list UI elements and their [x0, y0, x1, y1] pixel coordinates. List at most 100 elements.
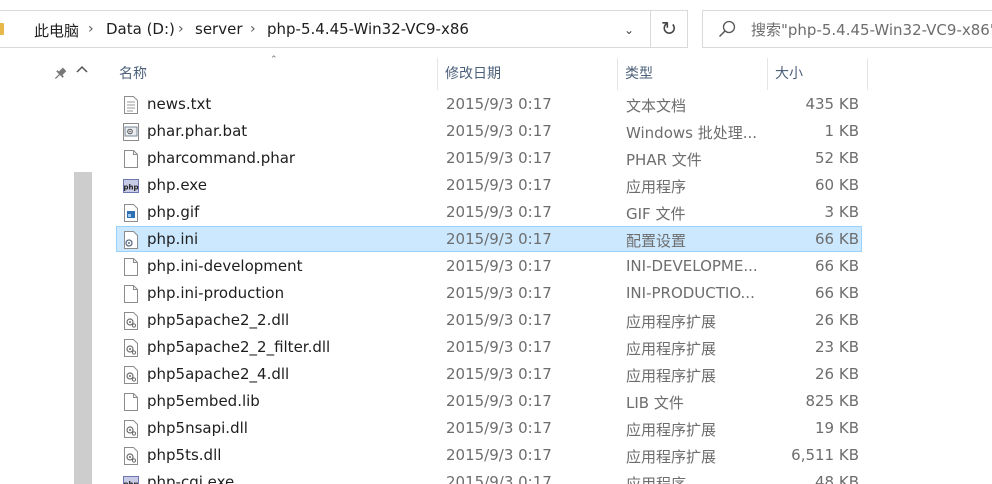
scroll-up-arrow-icon[interactable]	[74, 62, 90, 76]
file-modified-date: 2015/9/3 0:17	[446, 419, 552, 437]
search-icon	[718, 20, 736, 38]
chevron-right-icon[interactable]: ›	[178, 21, 184, 37]
file-type: 应用程序	[626, 178, 687, 196]
dll-file-icon	[123, 447, 139, 465]
file-row[interactable]: php.ini-development 2015/9/3 0:17 INI-DEVE…	[116, 253, 862, 279]
file-size: 435 KB	[805, 95, 859, 113]
file-name: php5apache2_4.dll	[147, 365, 290, 383]
file-size: 48 KB	[815, 473, 859, 484]
file-row[interactable]: php php-cgi.exe 2015/9/3 0:17 应用程序 48 KB	[116, 469, 862, 484]
file-modified-date: 2015/9/3 0:17	[446, 122, 552, 140]
file-type: 应用程序扩展	[626, 313, 717, 331]
address-history-dropdown[interactable]: ⌄	[614, 19, 644, 41]
file-type: 配置设置	[626, 232, 687, 250]
breadcrumb-drive-d[interactable]: Data (D:)	[106, 20, 175, 38]
column-headers: ⌃ 名称 修改日期 类型 大小	[92, 55, 992, 90]
file-row[interactable]: php.ini-production 2015/9/3 0:17 INI-PRODU…	[116, 280, 862, 306]
file-modified-date: 2015/9/3 0:17	[446, 95, 552, 113]
dll-file-icon	[123, 312, 139, 330]
file-row[interactable]: php5embed.lib 2015/9/3 0:17 LIB 文件 825 KB	[116, 388, 862, 414]
dll-file-icon	[123, 420, 139, 438]
php-exe-icon: php	[123, 474, 139, 484]
file-size: 19 KB	[815, 419, 859, 437]
blank-file-icon	[123, 285, 139, 303]
file-modified-date: 2015/9/3 0:17	[446, 230, 552, 248]
column-header-date[interactable]: 修改日期	[437, 58, 617, 90]
svg-text:php: php	[123, 481, 138, 484]
refresh-button[interactable]: ↻	[650, 10, 688, 48]
file-size: 66 KB	[815, 284, 859, 302]
column-divider[interactable]	[867, 58, 868, 90]
file-modified-date: 2015/9/3 0:17	[446, 392, 552, 410]
file-row[interactable]: news.txt 2015/9/3 0:17 文本文档 435 KB	[116, 91, 862, 117]
search-box[interactable]: 搜索"php-5.4.45-Win32-VC9-x86"	[702, 10, 992, 48]
blank-file-icon	[123, 258, 139, 276]
blank-file-icon	[123, 150, 139, 168]
file-size: 26 KB	[815, 365, 859, 383]
file-name: news.txt	[147, 95, 212, 113]
file-name: php.ini-production	[147, 284, 285, 302]
file-modified-date: 2015/9/3 0:17	[446, 176, 552, 194]
file-type: 应用程序扩展	[626, 367, 717, 385]
file-row[interactable]: pharcommand.phar 2015/9/3 0:17 PHAR 文件 52 K…	[116, 145, 862, 171]
file-modified-date: 2015/9/3 0:17	[446, 473, 552, 484]
file-modified-date: 2015/9/3 0:17	[446, 338, 552, 356]
file-size: 26 KB	[815, 311, 859, 329]
file-type: 应用程序扩展	[626, 448, 717, 466]
file-size: 66 KB	[815, 230, 859, 248]
file-type: INI-DEVELOPME...	[626, 257, 758, 275]
folder-icon	[0, 23, 4, 35]
file-name: php5nsapi.dll	[147, 419, 248, 437]
file-size: 825 KB	[805, 392, 859, 410]
file-type: PHAR 文件	[626, 151, 702, 169]
settings-file-icon	[123, 231, 139, 249]
file-size: 52 KB	[815, 149, 859, 167]
column-header-type[interactable]: 类型	[617, 58, 767, 90]
file-type: LIB 文件	[626, 394, 684, 412]
file-name: php-cgi.exe	[147, 473, 235, 484]
blank-file-icon	[123, 393, 139, 411]
file-row[interactable]: php5ts.dll 2015/9/3 0:17 应用程序扩展 6,511 KB	[116, 442, 862, 468]
dll-file-icon	[123, 339, 139, 357]
file-name: php.ini-development	[147, 257, 303, 275]
search-input[interactable]: 搜索"php-5.4.45-Win32-VC9-x86"	[751, 19, 992, 40]
file-name: phar.phar.bat	[147, 122, 248, 140]
file-modified-date: 2015/9/3 0:17	[446, 365, 552, 383]
file-name: php.ini	[147, 230, 199, 248]
file-type: 应用程序	[626, 475, 687, 484]
refresh-icon: ↻	[661, 18, 677, 40]
file-row[interactable]: php php.exe 2015/9/3 0:17 应用程序 60 KB	[116, 172, 862, 198]
dll-file-icon	[123, 366, 139, 384]
batch-file-icon	[123, 123, 139, 141]
file-size: 23 KB	[815, 338, 859, 356]
column-header-name[interactable]: 名称	[111, 58, 437, 90]
file-name: php.gif	[147, 203, 200, 221]
breadcrumb-server[interactable]: server	[195, 20, 242, 38]
file-row[interactable]: php.gif 2015/9/3 0:17 GIF 文件 3 KB	[116, 199, 862, 225]
breadcrumb[interactable]: 此电脑 › Data (D:) › server › php-5.4.45-Wi…	[0, 10, 686, 48]
file-row[interactable]: php5apache2_4.dll 2015/9/3 0:17 应用程序扩展 26 K…	[116, 361, 862, 387]
file-row[interactable]: php.ini 2015/9/3 0:17 配置设置 66 KB	[116, 226, 862, 252]
file-row[interactable]: php5apache2_2_filter.dll 2015/9/3 0:17 应用程…	[116, 334, 862, 360]
file-type: 文本文档	[626, 97, 687, 115]
pin-icon[interactable]	[52, 66, 68, 82]
breadcrumb-this-pc[interactable]: 此电脑	[34, 20, 79, 41]
php-exe-icon: php	[123, 177, 139, 195]
column-header-size[interactable]: 大小	[767, 58, 867, 90]
nav-scrollbar-thumb[interactable]	[74, 172, 92, 484]
file-size: 1 KB	[824, 122, 859, 140]
image-file-icon	[123, 204, 139, 222]
breadcrumb-php-folder[interactable]: php-5.4.45-Win32-VC9-x86	[267, 20, 469, 38]
file-row[interactable]: php5apache2_2.dll 2015/9/3 0:17 应用程序扩展 26 K…	[116, 307, 862, 333]
file-type: INI-PRODUCTIO...	[626, 284, 755, 302]
file-modified-date: 2015/9/3 0:17	[446, 149, 552, 167]
chevron-right-icon[interactable]: ›	[250, 21, 256, 37]
file-row[interactable]: php5nsapi.dll 2015/9/3 0:17 应用程序扩展 19 KB	[116, 415, 862, 441]
file-name: php5apache2_2.dll	[147, 311, 290, 329]
file-size: 60 KB	[815, 176, 859, 194]
address-bar-region: 此电脑 › Data (D:) › server › php-5.4.45-Wi…	[0, 0, 992, 58]
file-modified-date: 2015/9/3 0:17	[446, 284, 552, 302]
chevron-right-icon[interactable]: ›	[88, 21, 94, 37]
file-row[interactable]: phar.phar.bat 2015/9/3 0:17 Windows 批处理...…	[116, 118, 862, 144]
file-modified-date: 2015/9/3 0:17	[446, 203, 552, 221]
